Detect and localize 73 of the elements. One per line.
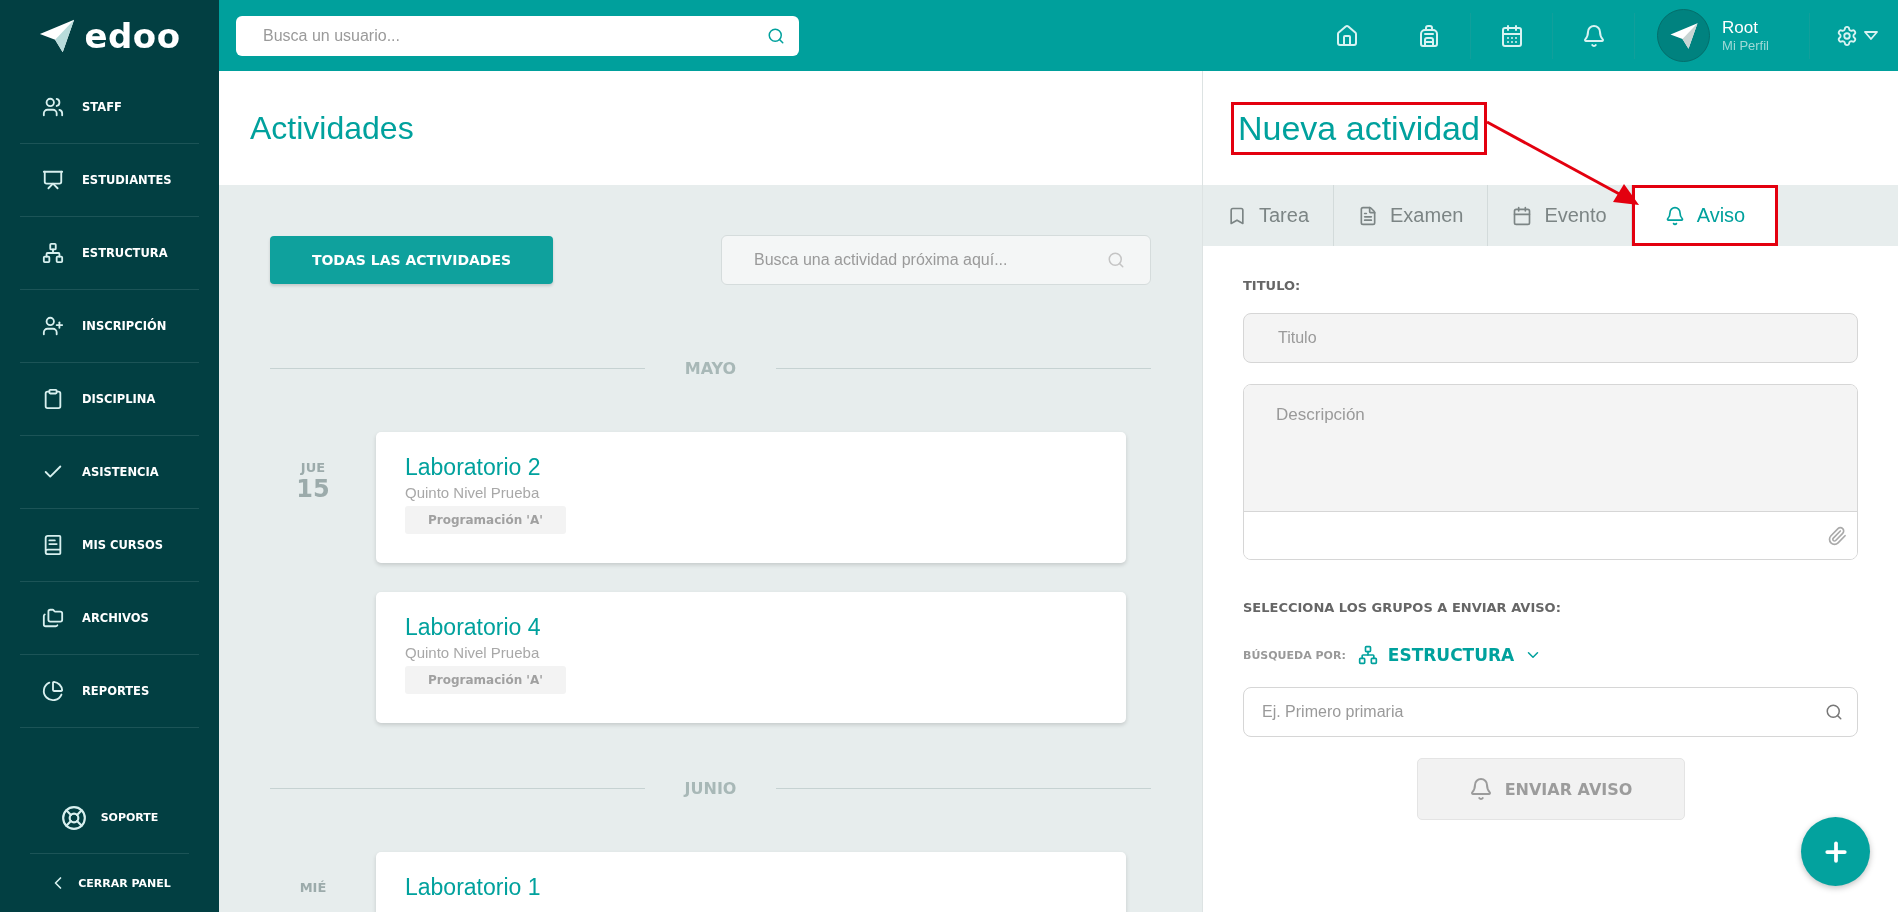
activity-title[interactable]: Laboratorio 4 — [405, 614, 541, 641]
people-icon — [42, 96, 64, 118]
description-field[interactable]: Descripción — [1243, 384, 1858, 560]
hierarchy-icon — [1357, 645, 1378, 665]
month-heading: JUNIO — [684, 778, 737, 798]
sidebar-item[interactable]: STAFF — [20, 71, 199, 144]
group-search-field[interactable]: Ej. Primero primaria — [1243, 687, 1858, 737]
avatar[interactable] — [1657, 9, 1711, 62]
add-user-icon — [42, 315, 64, 337]
book-icon — [42, 534, 64, 556]
section-label: SELECCIONA LOS GRUPOS A ENVIAR AVISO: — [1243, 600, 1562, 615]
folders-icon — [42, 607, 64, 629]
activity-type-tab[interactable]: Aviso — [1631, 185, 1779, 246]
title-field[interactable]: Titulo — [1243, 313, 1858, 363]
page-title: Actividades — [250, 109, 414, 147]
field-label: TITULO: — [1243, 278, 1302, 293]
search-by-label: BÚSQUEDA POR: — [1243, 648, 1346, 662]
description-input[interactable]: Descripción — [1244, 385, 1857, 511]
sidebar-item[interactable]: REPORTES — [20, 655, 199, 728]
search-icon — [1825, 703, 1843, 721]
clipboard-icon — [42, 388, 64, 410]
caret-icon — [1864, 30, 1878, 41]
sidebar-item[interactable]: MIS CURSOS — [20, 509, 199, 582]
day-number: 15 — [296, 475, 330, 503]
add-button[interactable] — [1801, 817, 1870, 886]
activity-subtitle: Quinto Nivel Prueba — [405, 484, 540, 501]
activity-card[interactable]: Laboratorio 1 — [376, 852, 1126, 912]
bell-icon — [1664, 205, 1685, 226]
weekday-label: JUE — [300, 460, 326, 475]
sidebar-item[interactable]: INSCRIPCIÓN — [20, 290, 199, 363]
search-icon — [767, 26, 785, 45]
sidebar-item[interactable]: ARCHIVOS — [20, 582, 199, 655]
title-input[interactable]: Titulo — [1276, 328, 1825, 348]
activity-title[interactable]: Laboratorio 1 — [405, 874, 541, 901]
panel-title: Nueva actividad — [1231, 101, 1487, 155]
user-search-input[interactable]: Busca un usuario... — [261, 25, 767, 46]
activity-card[interactable]: Laboratorio 2 Quinto Nivel Prueba Programación 'A' — [376, 432, 1126, 563]
activity-title[interactable]: Laboratorio 2 — [405, 454, 541, 481]
sidebar-item[interactable]: ESTRUCTURA — [20, 217, 199, 290]
search-by-dropdown[interactable]: ESTRUCTURA — [1357, 645, 1543, 665]
user-search-field[interactable]: Busca un usuario... — [236, 15, 799, 56]
bookmark-icon — [1227, 205, 1247, 226]
activity-card[interactable]: Laboratorio 4 Quinto Nivel Prueba Programación 'A' — [376, 592, 1126, 723]
calendar-icon — [1512, 205, 1533, 226]
course-tag: Programación 'A' — [405, 506, 566, 534]
activity-subtitle: Quinto Nivel Prueba — [405, 644, 540, 661]
user-name: Root — [1722, 18, 1759, 38]
sidebar-item[interactable]: ESTUDIANTES — [20, 144, 199, 217]
course-tag: Programación 'A' — [405, 666, 566, 694]
month-heading: MAYO — [684, 358, 737, 378]
support-link[interactable]: SOPORTE — [30, 782, 189, 854]
sidebar-item[interactable]: DISCIPLINA — [20, 363, 199, 436]
hierarchy-icon — [42, 242, 64, 264]
pie-chart-icon — [42, 680, 64, 702]
classroom-icon — [42, 169, 64, 191]
group-search-input[interactable]: Ej. Primero primaria — [1260, 702, 1825, 722]
search-icon — [1107, 251, 1125, 269]
settings-icon — [1836, 24, 1858, 47]
home-icon — [1335, 23, 1360, 48]
calendar-icon — [1499, 23, 1524, 48]
weekday-label: MIÉ — [299, 880, 327, 895]
close-panel-link[interactable]: CERRAR PANEL — [0, 854, 219, 912]
activity-search-field[interactable]: Busca una actividad próxima aquí... — [721, 235, 1151, 285]
bell-icon — [1581, 23, 1606, 48]
lifebuoy-icon — [60, 804, 87, 831]
logo-text: edoo — [84, 15, 181, 56]
document-icon — [1358, 205, 1379, 226]
bell-icon — [1468, 777, 1493, 801]
all-activities-button[interactable]: TODAS LAS ACTIVIDADES — [270, 236, 553, 284]
activity-search-input[interactable]: Busca una actividad próxima aquí... — [752, 250, 1107, 270]
sidebar-item[interactable]: ASISTENCIA — [20, 436, 199, 509]
profile-link[interactable]: Mi Perfil — [1722, 38, 1769, 53]
paperclip-icon[interactable] — [1827, 525, 1847, 546]
